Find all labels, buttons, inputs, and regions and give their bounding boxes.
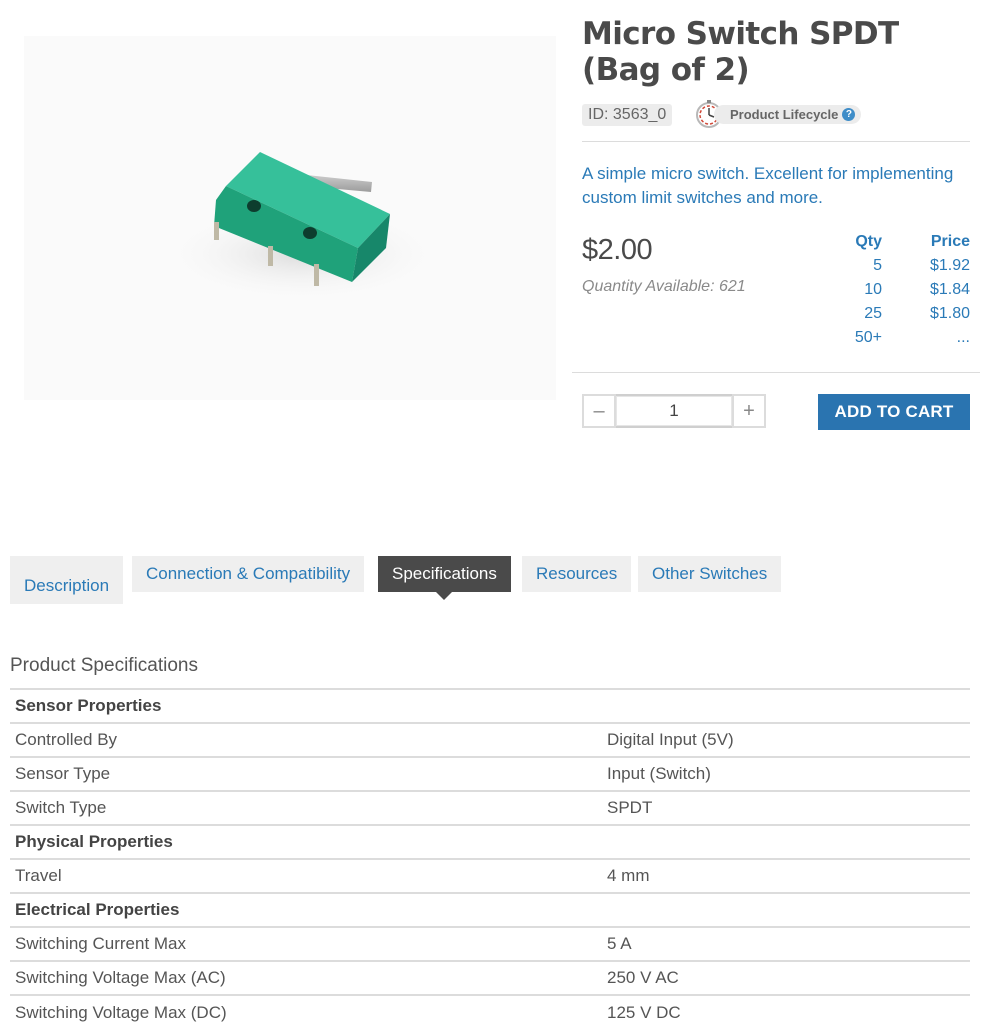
short-description: A simple micro switch. Excellent for imp… bbox=[582, 164, 954, 207]
spec-row: Sensor Type Input (Switch) bbox=[10, 757, 970, 791]
spec-value: 125 V DC bbox=[607, 1002, 681, 1022]
spec-key: Switching Voltage Max (DC) bbox=[15, 1002, 227, 1022]
price-break-row: 5 $1.92 bbox=[818, 254, 970, 278]
price-breaks-header-row: Qty Price bbox=[818, 230, 970, 254]
price-break-price: $1.92 bbox=[929, 257, 970, 274]
spec-value: Input (Switch) bbox=[607, 764, 711, 783]
specifications-heading: Product Specifications bbox=[10, 655, 198, 676]
spec-key: Switching Current Max bbox=[15, 934, 187, 953]
qty-header: Qty bbox=[855, 233, 882, 250]
quantity-available: Quantity Available: 621 bbox=[582, 278, 746, 295]
help-icon[interactable]: ? bbox=[842, 107, 856, 121]
price-break-row: 50+ ... bbox=[818, 326, 970, 350]
spec-key: Switch Type bbox=[15, 798, 107, 817]
active-tab-caret-icon bbox=[436, 592, 453, 600]
price-header: Price bbox=[930, 233, 970, 250]
spec-row: Travel 4 mm bbox=[10, 859, 970, 893]
lifecycle-pill[interactable]: Product Lifecycle ? bbox=[714, 104, 862, 124]
tab-specifications[interactable]: Specifications bbox=[378, 556, 511, 600]
unit-price: $2.00 bbox=[582, 234, 653, 266]
increase-quantity-button[interactable]: + bbox=[732, 394, 766, 428]
price-break-price: ... bbox=[956, 329, 970, 346]
tab-resources[interactable]: Resources bbox=[522, 556, 632, 592]
tab-other-switches[interactable]: Other Switches bbox=[638, 556, 782, 592]
divider bbox=[572, 372, 980, 373]
spec-row: Switch Type SPDT bbox=[10, 791, 970, 825]
tab-specifications-label: Specifications bbox=[392, 564, 497, 583]
add-to-cart-button[interactable]: ADD TO CART bbox=[818, 394, 970, 430]
decrease-quantity-button[interactable]: – bbox=[582, 394, 616, 428]
spec-value: 5 A bbox=[607, 934, 632, 953]
price-break-qty: 10 bbox=[864, 281, 882, 298]
price-break-price: $1.84 bbox=[929, 281, 970, 298]
spec-key: Sensor Type bbox=[15, 764, 111, 783]
spec-key: Controlled By bbox=[15, 730, 118, 749]
product-id-badge: ID: 3563_0 bbox=[582, 104, 673, 126]
spec-group-label: Sensor Properties bbox=[15, 696, 162, 715]
lifecycle-label: Product Lifecycle bbox=[730, 106, 839, 122]
product-lifecycle-link[interactable]: Product Lifecycle ? bbox=[694, 98, 862, 130]
spec-group-label: Physical Properties bbox=[15, 832, 173, 851]
spec-row: Switching Voltage Max (DC) 125 V DC bbox=[10, 995, 970, 1029]
product-image[interactable] bbox=[24, 36, 556, 400]
spec-value: 250 V AC bbox=[607, 968, 679, 987]
specifications-table: Sensor Properties Controlled By Digital … bbox=[10, 688, 970, 1029]
quantity-input[interactable] bbox=[616, 394, 732, 428]
spec-group-label: Electrical Properties bbox=[15, 900, 180, 919]
price-break-qty: 50+ bbox=[854, 329, 882, 346]
spec-key: Travel bbox=[15, 866, 62, 885]
price-breaks-table: Qty Price 5 $1.92 10 $1.84 25 $1.80 50+ … bbox=[818, 230, 970, 350]
product-title: Micro Switch SPDT (Bag of 2) bbox=[582, 16, 899, 88]
price-break-price: $1.80 bbox=[929, 305, 970, 322]
divider bbox=[582, 141, 970, 142]
spec-value: 4 mm bbox=[607, 866, 650, 885]
spec-row: Controlled By Digital Input (5V) bbox=[10, 723, 970, 757]
price-break-row: 25 $1.80 bbox=[818, 302, 970, 326]
price-break-row: 10 $1.84 bbox=[818, 278, 970, 302]
tab-description[interactable]: Description bbox=[10, 556, 124, 604]
spec-value: Digital Input (5V) bbox=[607, 730, 734, 749]
tab-connection-compatibility[interactable]: Connection & Compatibility bbox=[132, 556, 365, 592]
spec-key: Switching Voltage Max (AC) bbox=[15, 968, 226, 987]
spec-value: SPDT bbox=[607, 798, 653, 817]
spec-group-row: Physical Properties bbox=[10, 825, 970, 859]
quantity-stepper: – + bbox=[582, 394, 766, 428]
spec-group-row: Sensor Properties bbox=[10, 689, 970, 723]
spec-group-row: Electrical Properties bbox=[10, 893, 970, 927]
micro-switch-photo bbox=[162, 152, 442, 302]
spec-row: Switching Current Max 5 A bbox=[10, 927, 970, 961]
spec-row: Switching Voltage Max (AC) 250 V AC bbox=[10, 961, 970, 995]
price-break-qty: 5 bbox=[873, 257, 882, 274]
price-break-qty: 25 bbox=[864, 305, 882, 322]
